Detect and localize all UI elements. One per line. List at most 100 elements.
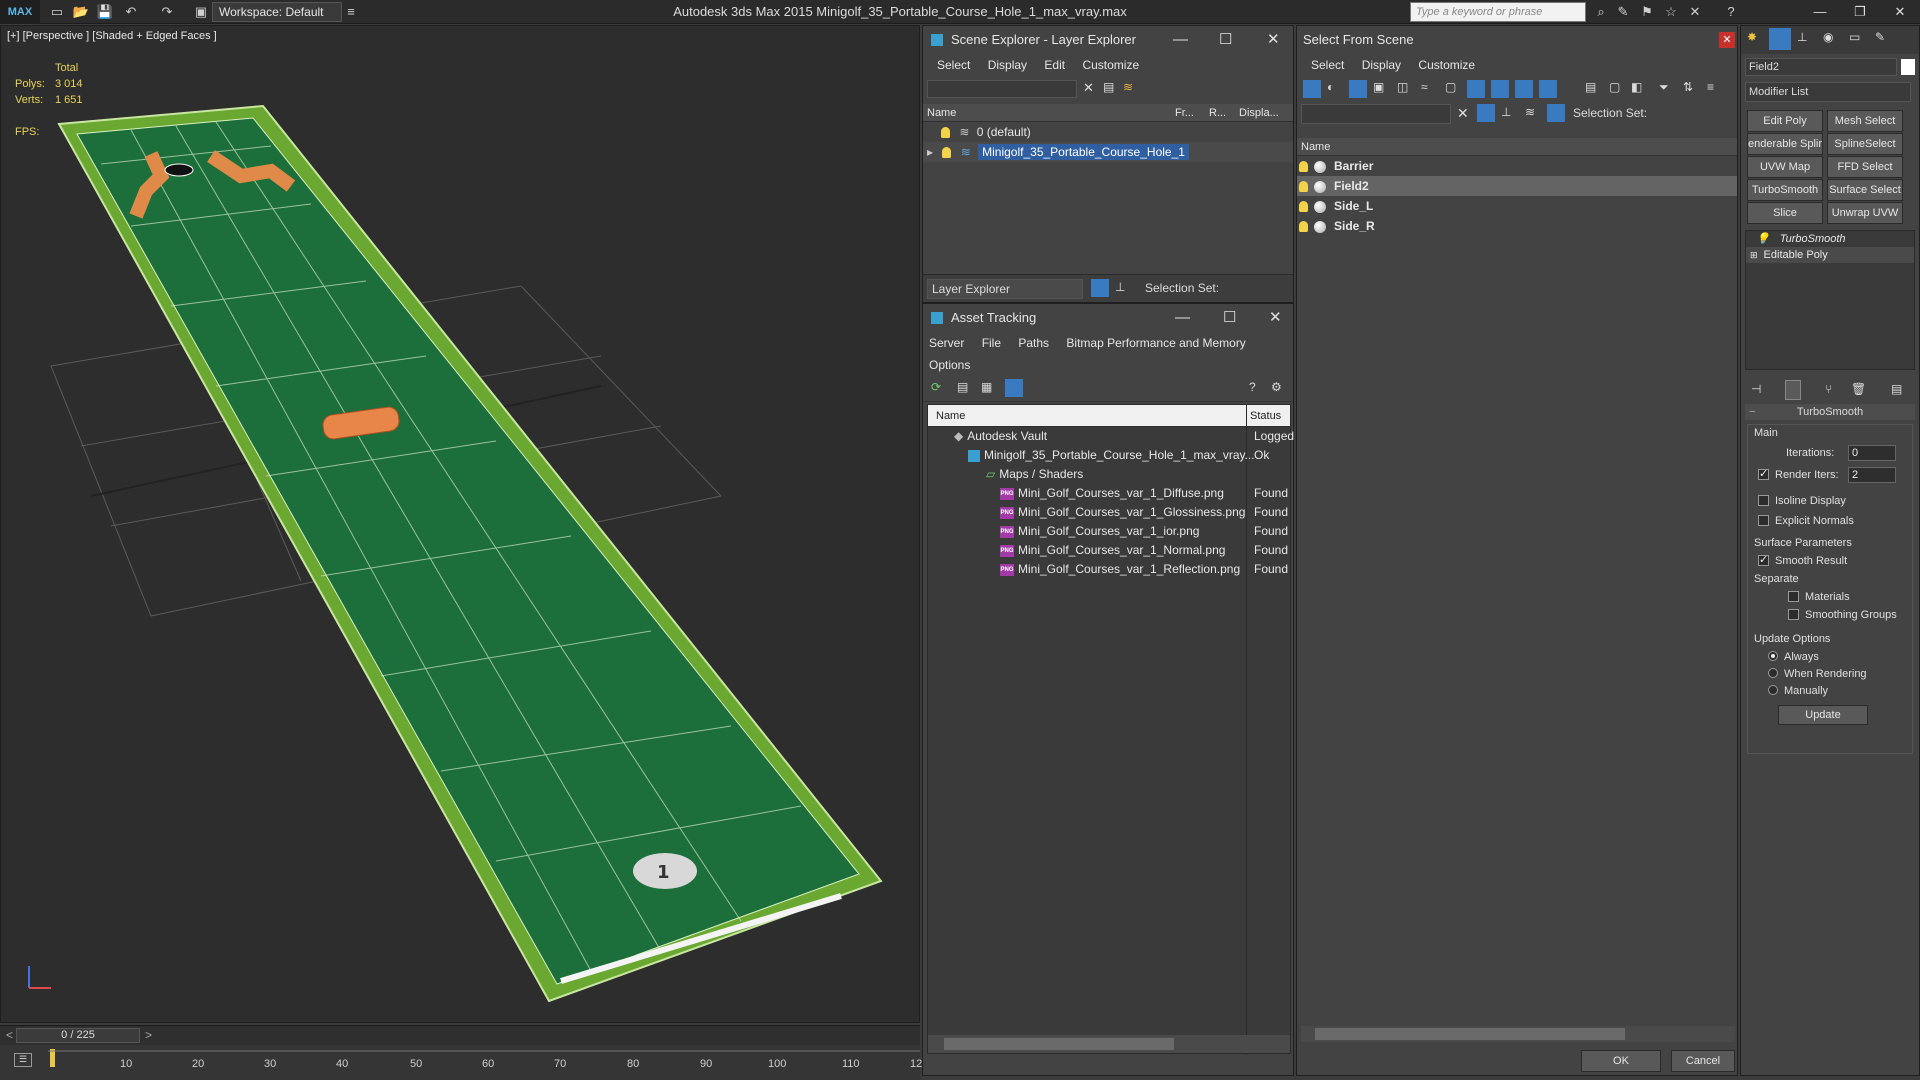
- perspective-viewport[interactable]: [+] [Perspective ] [Shaded + Edged Faces…: [0, 25, 920, 1023]
- menu-display[interactable]: Display: [988, 58, 1027, 72]
- menu-select[interactable]: Select: [937, 58, 970, 72]
- display-lights-icon[interactable]: [1349, 80, 1367, 98]
- turbosmooth-button[interactable]: TurboSmooth: [1747, 179, 1823, 201]
- asset-row[interactable]: Minigolf_35_Portable_Course_Hole_1_max_v…: [928, 446, 1290, 465]
- frame-counter[interactable]: 0 / 225: [16, 1028, 140, 1043]
- close-icon[interactable]: ✕: [1267, 26, 1280, 54]
- col-freeze[interactable]: Fr...: [1175, 104, 1194, 122]
- find-input[interactable]: [1301, 104, 1451, 124]
- asset-row[interactable]: PNG Mini_Golf_Courses_var_1_Diffuse.png F…: [928, 484, 1290, 503]
- select-all-icon[interactable]: ▤: [1585, 80, 1596, 94]
- pin-stack-icon[interactable]: ⊣: [1751, 382, 1761, 396]
- table-view-icon[interactable]: [1005, 379, 1023, 397]
- explicit-normals-checkbox[interactable]: [1758, 514, 1769, 526]
- display-groups-icon[interactable]: ▢: [1445, 80, 1456, 94]
- layer-icon[interactable]: ≋: [1525, 105, 1535, 119]
- col-display[interactable]: Displa...: [1239, 104, 1279, 122]
- close-button[interactable]: ✕: [1880, 0, 1920, 24]
- display-frozen-icon[interactable]: [1539, 80, 1557, 98]
- always-radio[interactable]: [1768, 651, 1778, 662]
- lightbulb-icon[interactable]: [941, 127, 950, 139]
- close-dialog-button[interactable]: ✕: [1719, 32, 1735, 48]
- close-icon[interactable]: ✕: [1269, 304, 1282, 332]
- list-view-icon[interactable]: ▤: [957, 380, 968, 394]
- asset-row[interactable]: PNG Mini_Golf_Courses_var_1_ior.png Found: [928, 522, 1290, 541]
- when-rendering-radio[interactable]: [1768, 668, 1778, 679]
- layer-row[interactable]: ≋ 0 (default): [923, 122, 1293, 142]
- display-xrefs-icon[interactable]: [1467, 80, 1485, 98]
- asset-row[interactable]: ▱ Maps / Shaders: [928, 465, 1290, 484]
- minimize-icon[interactable]: —: [1175, 304, 1190, 332]
- ok-button[interactable]: OK: [1581, 1050, 1661, 1072]
- lightbulb-icon[interactable]: [1299, 201, 1308, 213]
- col-name[interactable]: Name: [927, 107, 956, 119]
- new-file-icon[interactable]: ▭: [48, 3, 66, 21]
- smooth-result-checkbox[interactable]: [1758, 553, 1769, 566]
- spline-select-button[interactable]: SplineSelect: [1827, 133, 1903, 155]
- select-none-icon[interactable]: ▢: [1609, 80, 1620, 94]
- asset-row[interactable]: PNG Mini_Golf_Courses_var_1_Reflection.pn…: [928, 560, 1290, 579]
- collapse-icon[interactable]: −: [1749, 404, 1755, 420]
- thumbnail-icon[interactable]: ▦: [981, 380, 992, 394]
- bulb-toggle-icon[interactable]: 💡: [1756, 233, 1770, 245]
- isoline-checkbox[interactable]: [1758, 494, 1769, 506]
- display-cameras-icon[interactable]: ▣: [1373, 80, 1384, 94]
- filter-active-icon[interactable]: [1477, 104, 1495, 122]
- object-row[interactable]: Barrier: [1297, 156, 1737, 176]
- menu-select[interactable]: Select: [1311, 58, 1344, 72]
- iterations-spinner[interactable]: 0: [1848, 445, 1896, 461]
- ffd-select-button[interactable]: FFD Select: [1827, 156, 1903, 178]
- display-shapes-icon[interactable]: ◐: [1327, 80, 1334, 94]
- project-folder-icon[interactable]: ▣: [192, 3, 210, 21]
- tools-icon[interactable]: ✎: [1614, 3, 1632, 21]
- lightbulb-icon[interactable]: [942, 147, 952, 159]
- help-icon[interactable]: ?: [1249, 380, 1256, 394]
- expand-icon[interactable]: ⊞: [1750, 250, 1758, 260]
- settings-icon[interactable]: ⚙: [1271, 380, 1282, 394]
- binoculars-icon[interactable]: ⌕: [1592, 3, 1610, 21]
- minimize-icon[interactable]: —: [1173, 26, 1188, 54]
- expand-icon[interactable]: ▸: [927, 145, 933, 159]
- workspace-dropdown[interactable]: Workspace: Default: [212, 2, 342, 22]
- display-containers-icon[interactable]: [1515, 80, 1533, 98]
- layer-mode-icon[interactable]: [1091, 279, 1109, 297]
- manually-radio[interactable]: [1768, 685, 1778, 696]
- col-render[interactable]: R...: [1209, 104, 1226, 122]
- materials-checkbox[interactable]: [1788, 590, 1799, 602]
- horizontal-scrollbar[interactable]: [928, 1035, 1290, 1053]
- mesh-select-button[interactable]: Mesh Select: [1827, 110, 1903, 132]
- object-row[interactable]: Side_L: [1297, 196, 1737, 216]
- close-search-icon[interactable]: ✕: [1686, 3, 1704, 21]
- redo-icon[interactable]: ↷: [158, 3, 176, 21]
- motion-tab-icon[interactable]: ◉: [1823, 30, 1833, 44]
- render-iters-checkbox[interactable]: [1758, 467, 1769, 480]
- menu-paths[interactable]: Paths: [1018, 336, 1049, 350]
- smoothing-groups-checkbox[interactable]: [1788, 608, 1799, 620]
- menu-customize[interactable]: Customize: [1418, 58, 1475, 72]
- configure-sets-icon[interactable]: ▤: [1891, 382, 1902, 396]
- col-status[interactable]: Status: [1250, 405, 1281, 427]
- lightbulb-icon[interactable]: [1299, 181, 1308, 193]
- explorer-type-dropdown[interactable]: Layer Explorer: [927, 279, 1083, 299]
- filter-icon[interactable]: ▤: [1103, 80, 1114, 94]
- filter-icon[interactable]: ⏷: [1659, 80, 1669, 95]
- clear-search-icon[interactable]: ✕: [1083, 80, 1094, 96]
- display-tab-icon[interactable]: ▭: [1849, 30, 1860, 44]
- update-button[interactable]: Update: [1778, 705, 1868, 725]
- stack-item[interactable]: 💡 TurboSmooth: [1746, 231, 1914, 247]
- display-bones-icon[interactable]: [1491, 80, 1509, 98]
- create-tab-icon[interactable]: ✸: [1747, 30, 1757, 44]
- cancel-button[interactable]: Cancel: [1671, 1050, 1735, 1072]
- time-prev-button[interactable]: <: [6, 1028, 13, 1042]
- scene-search-input[interactable]: [927, 80, 1077, 98]
- subscription-icon[interactable]: ⚑: [1638, 3, 1656, 21]
- options-icon[interactable]: ≡: [1707, 80, 1714, 94]
- menu-server[interactable]: Server: [929, 336, 964, 350]
- asset-row[interactable]: ◆ Autodesk Vault Logged: [928, 427, 1294, 446]
- refresh-icon[interactable]: ⟳: [931, 380, 941, 394]
- layer-tools-icon[interactable]: ≋: [1123, 80, 1133, 94]
- object-row-selected[interactable]: Field2: [1297, 176, 1737, 196]
- layer-row[interactable]: ▸ ≋ Minigolf_35_Portable_Course_Hole_1: [923, 142, 1293, 162]
- sort-icon[interactable]: ⇅: [1683, 80, 1693, 94]
- slice-button[interactable]: Slice: [1747, 202, 1823, 224]
